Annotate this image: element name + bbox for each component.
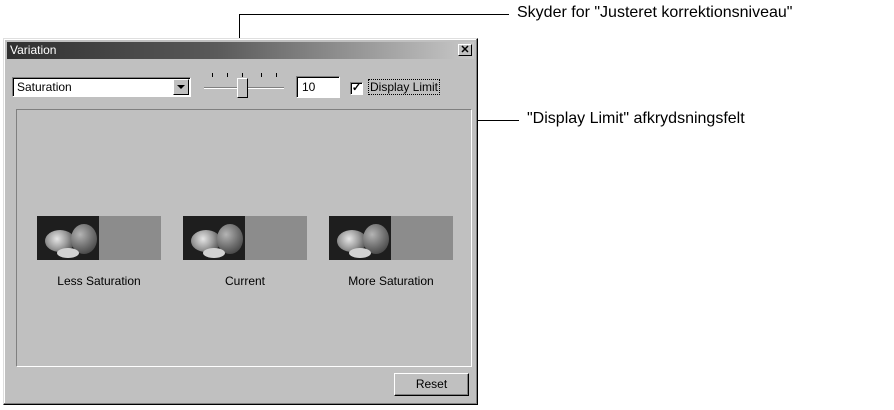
variation-preview-panel: Less Saturation Current More Saturation [16, 109, 472, 367]
correction-level-slider[interactable] [204, 73, 284, 101]
variant-thumbnail[interactable] [183, 216, 307, 260]
variant-thumbnail[interactable] [329, 216, 453, 260]
slider-thumb[interactable] [237, 78, 248, 98]
title-bar[interactable]: Variation ✕ [7, 42, 474, 59]
slider-tick [212, 73, 213, 77]
close-icon[interactable]: ✕ [458, 44, 472, 56]
adjustment-type-dropdown[interactable]: Saturation [12, 77, 191, 97]
variant-label: Current [224, 274, 265, 288]
slider-tick [276, 73, 277, 77]
slider-tick [227, 73, 228, 77]
thumbnail-photo [37, 216, 99, 260]
slider-callout-line-horizontal [239, 14, 509, 15]
adjustment-type-value: Saturation [17, 80, 72, 94]
correction-level-input[interactable]: 10 [296, 76, 340, 98]
thumbnail-photo [329, 216, 391, 260]
display-limit-label[interactable]: Display Limit [368, 79, 441, 95]
variant-label: More Saturation [348, 274, 434, 288]
variation-window: Variation ✕ Saturation 10 ✓ Display Limi… [3, 38, 478, 405]
chevron-down-icon[interactable] [173, 79, 189, 95]
correction-level-value: 10 [302, 80, 316, 94]
variant-thumbnail[interactable] [37, 216, 161, 260]
slider-tick [242, 73, 243, 77]
variant-more[interactable]: More Saturation [329, 216, 453, 288]
window-title: Variation [10, 43, 57, 57]
slider-tick [261, 73, 262, 77]
variant-current[interactable]: Current [183, 216, 307, 288]
slider-callout-text: Skyder for "Justeret korrektionsniveau" [517, 4, 793, 21]
reset-button[interactable]: Reset [394, 373, 469, 396]
thumbnail-photo [183, 216, 245, 260]
variant-less[interactable]: Less Saturation [37, 216, 161, 288]
checkbox-callout-text: "Display Limit" afkrydsningsfelt [527, 110, 745, 127]
variant-label: Less Saturation [57, 274, 141, 288]
display-limit-checkbox[interactable]: ✓ [350, 82, 363, 95]
